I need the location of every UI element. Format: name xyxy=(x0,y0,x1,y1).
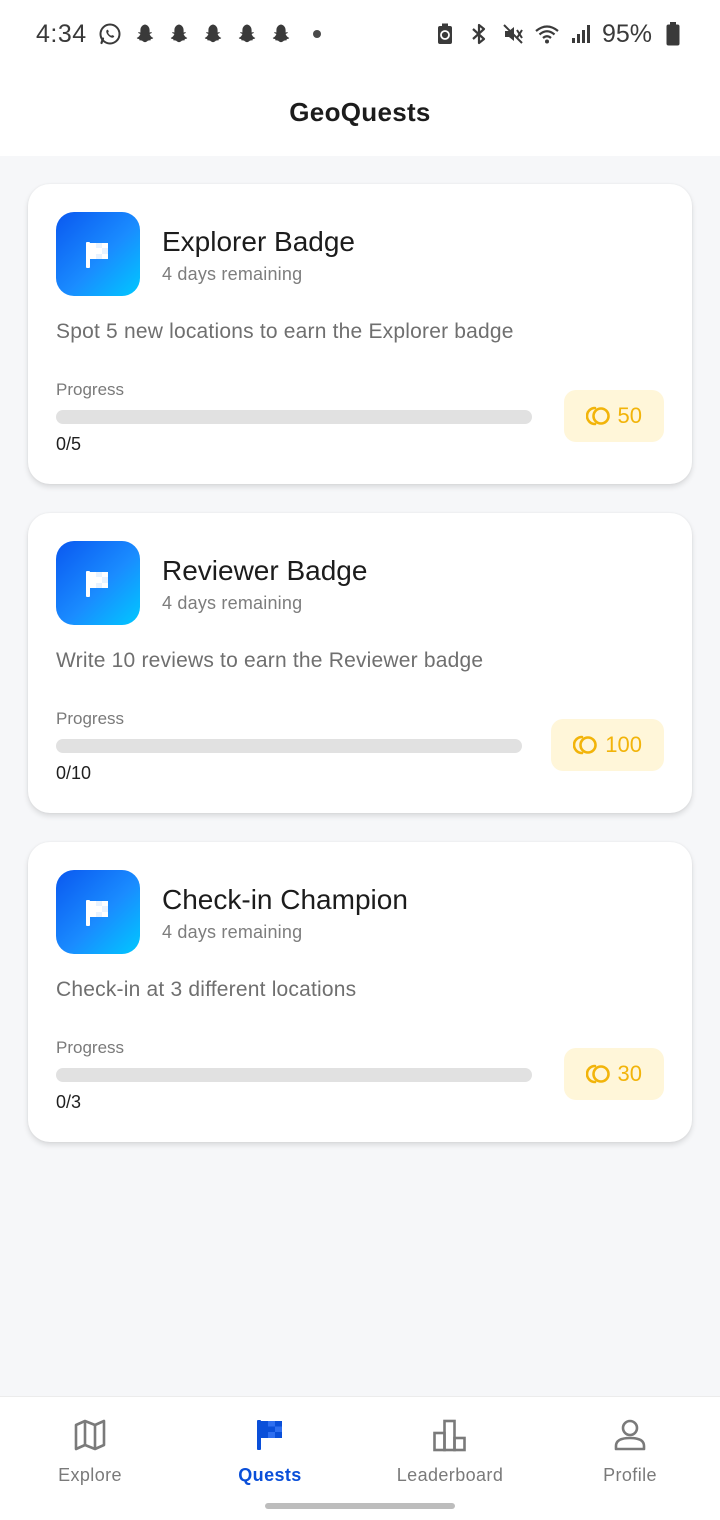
quest-icon-badge xyxy=(56,212,140,296)
reward-badge: 100 xyxy=(551,719,664,771)
vibrate-mute-icon xyxy=(500,21,526,47)
snapchat-icon xyxy=(267,21,293,47)
progress-bar xyxy=(56,739,522,753)
quest-icon-badge xyxy=(56,541,140,625)
quest-card-explorer[interactable]: Explorer Badge 4 days remaining Spot 5 n… xyxy=(28,184,692,484)
flag-icon xyxy=(86,242,108,268)
nav-item-leaderboard[interactable]: Leaderboard xyxy=(360,1397,540,1497)
reward-amount: 50 xyxy=(617,403,642,428)
leaderboard-icon xyxy=(432,1417,468,1453)
nav-item-explore[interactable]: Explore xyxy=(0,1397,180,1497)
coin-icon xyxy=(585,406,610,426)
page-title: GeoQuests xyxy=(289,96,431,127)
status-left: 4:34 xyxy=(36,20,321,49)
signal-icon xyxy=(568,21,594,47)
progress-label: Progress xyxy=(56,380,125,399)
reward-badge: 50 xyxy=(563,390,664,442)
dot-icon xyxy=(312,30,321,38)
battery-saver-icon xyxy=(432,21,458,47)
quest-title: Reviewer Badge xyxy=(162,555,368,586)
wifi-icon xyxy=(534,21,560,47)
bottom-nav: Explore Quests Leaderboard Profile xyxy=(0,1396,720,1520)
bluetooth-icon xyxy=(466,21,492,47)
quest-description: Check-in at 3 different locations xyxy=(56,978,357,1001)
snapchat-icon xyxy=(165,21,191,47)
quest-time-remaining: 4 days remaining xyxy=(162,264,303,284)
coin-icon xyxy=(573,735,598,755)
nav-item-profile[interactable]: Profile xyxy=(540,1397,720,1497)
nav-label: Explore xyxy=(58,1465,122,1485)
status-time: 4:34 xyxy=(36,19,87,48)
quest-list: Explorer Badge 4 days remaining Spot 5 n… xyxy=(0,156,720,1396)
quest-time-remaining: 4 days remaining xyxy=(162,593,303,613)
progress-label: Progress xyxy=(56,709,125,728)
snapchat-icon xyxy=(131,21,157,47)
snapchat-icon xyxy=(199,21,225,47)
reward-badge: 30 xyxy=(563,1048,664,1100)
flag-icon xyxy=(86,900,108,926)
nav-item-quests[interactable]: Quests xyxy=(180,1397,360,1497)
quest-title: Check-in Champion xyxy=(162,884,408,915)
nav-label: Profile xyxy=(603,1465,657,1485)
person-icon xyxy=(612,1417,648,1453)
reward-amount: 100 xyxy=(605,732,642,757)
progress-count: 0/3 xyxy=(56,1092,82,1112)
nav-label: Leaderboard xyxy=(396,1465,504,1485)
coin-icon xyxy=(585,1064,610,1084)
whatsapp-icon xyxy=(97,21,123,47)
app-header: GeoQuests xyxy=(0,68,720,156)
map-icon xyxy=(72,1417,108,1453)
progress-bar xyxy=(56,410,532,424)
quest-card-check-in[interactable]: Check-in Champion 4 days remaining Check… xyxy=(28,842,692,1142)
quest-time-remaining: 4 days remaining xyxy=(162,922,303,942)
snapchat-icon xyxy=(233,21,259,47)
reward-amount: 30 xyxy=(617,1061,642,1086)
quest-description: Spot 5 new locations to earn the Explore… xyxy=(56,320,514,343)
flag-icon xyxy=(252,1417,288,1453)
quest-title: Explorer Badge xyxy=(162,226,356,257)
progress-count: 0/10 xyxy=(56,763,92,783)
quest-description: Write 10 reviews to earn the Reviewer ba… xyxy=(56,649,484,672)
nav-label: Quests xyxy=(238,1465,302,1485)
quest-card-reviewer[interactable]: Reviewer Badge 4 days remaining Write 10… xyxy=(28,513,692,813)
home-indicator[interactable] xyxy=(265,1503,455,1509)
battery-icon xyxy=(660,21,686,47)
battery-percent: 95% xyxy=(601,19,652,48)
progress-label: Progress xyxy=(56,1038,125,1057)
flag-icon xyxy=(86,571,108,597)
status-right: 95% xyxy=(432,20,686,49)
progress-bar xyxy=(56,1068,532,1082)
quest-icon-badge xyxy=(56,870,140,954)
status-bar: 4:34 95% xyxy=(0,0,720,68)
progress-count: 0/5 xyxy=(56,434,82,454)
